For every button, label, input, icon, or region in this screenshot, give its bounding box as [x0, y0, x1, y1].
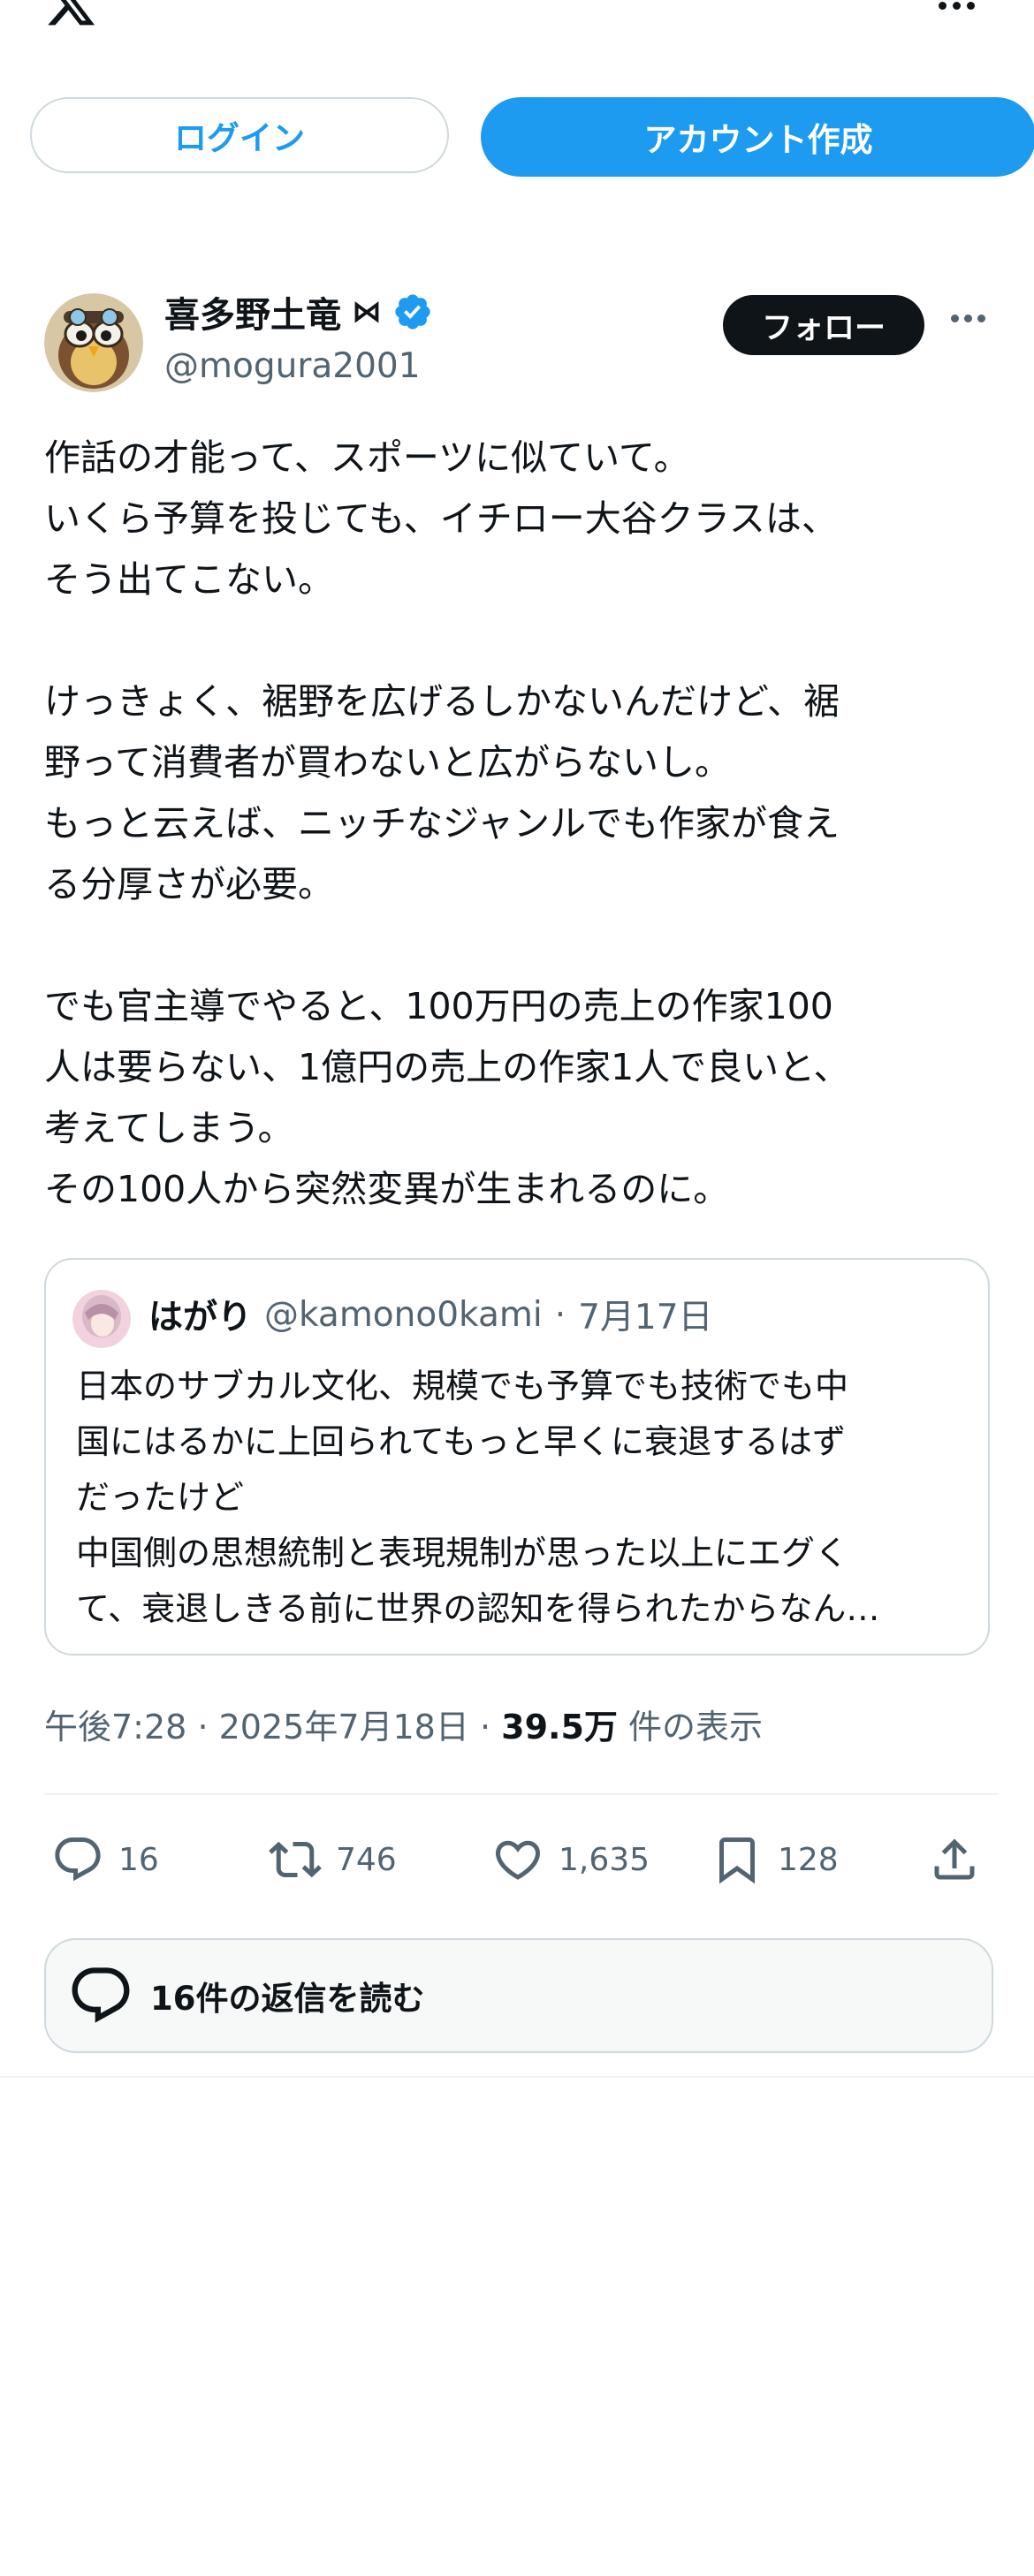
- quote-separator: ·: [554, 1294, 566, 1335]
- like-count: 1,635: [559, 1841, 650, 1878]
- read-replies-label: 16件の返信を読む: [150, 1980, 425, 2018]
- heart-icon: [495, 1840, 541, 1880]
- repost-count: 746: [336, 1841, 397, 1878]
- quote-author-handle: @kamono0kami: [264, 1294, 543, 1335]
- post-date[interactable]: 2025年7月18日: [219, 1708, 469, 1746]
- bookmark-icon: [719, 1837, 755, 1884]
- post-time[interactable]: 午後7:28: [44, 1708, 186, 1746]
- author-handle[interactable]: @mogura2001: [164, 346, 421, 386]
- x-logo-icon[interactable]: [44, 0, 97, 30]
- verified-badge-icon[interactable]: [392, 292, 433, 332]
- tweet-text: 作話の才能って、スポーツに似ていて。 いくら予算を投じても、イチロー大谷クラスは…: [44, 436, 850, 1210]
- signup-button[interactable]: アカウント作成: [481, 97, 1034, 177]
- auth-buttons: ログイン アカウント作成: [30, 97, 1034, 177]
- author-avatar[interactable]: [44, 293, 143, 392]
- author-display-name[interactable]: 喜多野土竜: [164, 286, 341, 337]
- author-name-line: 喜多野土竜 ⋈: [164, 286, 433, 337]
- reply-icon: [55, 1837, 101, 1882]
- meta-dot: ·: [479, 1708, 491, 1746]
- repost-icon: [269, 1841, 322, 1878]
- login-button[interactable]: ログイン: [30, 97, 449, 173]
- post-meta: 午後7:28 · 2025年7月18日 · 39.5万 件の表示: [44, 1700, 763, 1748]
- share-button[interactable]: [928, 1829, 981, 1890]
- quote-header: はがり @kamono0kami · 7月17日: [148, 1290, 713, 1339]
- like-button[interactable]: 1,635: [491, 1829, 650, 1890]
- action-bar: 16 746 1,635 128: [0, 1829, 1034, 1890]
- name-symbol: ⋈: [352, 294, 382, 330]
- quote-author-name: はがり: [148, 1298, 253, 1337]
- bookmark-button[interactable]: 128: [711, 1829, 839, 1890]
- reply-button[interactable]: 16: [51, 1829, 159, 1890]
- bookmark-count: 128: [778, 1841, 839, 1878]
- quoted-tweet[interactable]: はがり @kamono0kami · 7月17日 日本のサブカル文化、規模でも予…: [44, 1258, 990, 1655]
- quote-author-avatar: [72, 1290, 131, 1348]
- anime-avatar-image: [72, 1290, 131, 1348]
- meta-dot: ·: [197, 1708, 209, 1746]
- quote-text: 日本のサブカル文化、規模でも予算でも技術でも中 国にはるかに上回られてもっと早く…: [76, 1367, 880, 1628]
- views-count: 39.5万: [501, 1708, 618, 1746]
- read-replies-button[interactable]: 16件の返信を読む: [44, 1938, 993, 2053]
- top-bar: [0, 0, 1034, 35]
- owl-avatar-image: [44, 293, 143, 392]
- share-icon: [934, 1838, 975, 1880]
- divider: [44, 1793, 999, 1795]
- divider: [0, 2076, 1034, 2078]
- follow-button[interactable]: フォロー: [723, 295, 924, 355]
- reply-count: 16: [118, 1841, 159, 1878]
- quote-date: 7月17日: [578, 1298, 713, 1337]
- views-label: 件の表示: [628, 1708, 764, 1746]
- more-horizontal-icon[interactable]: [930, 0, 983, 23]
- repost-button[interactable]: 746: [269, 1829, 397, 1890]
- post-more-icon[interactable]: [951, 314, 985, 322]
- reply-bubble-icon: [72, 1967, 130, 2023]
